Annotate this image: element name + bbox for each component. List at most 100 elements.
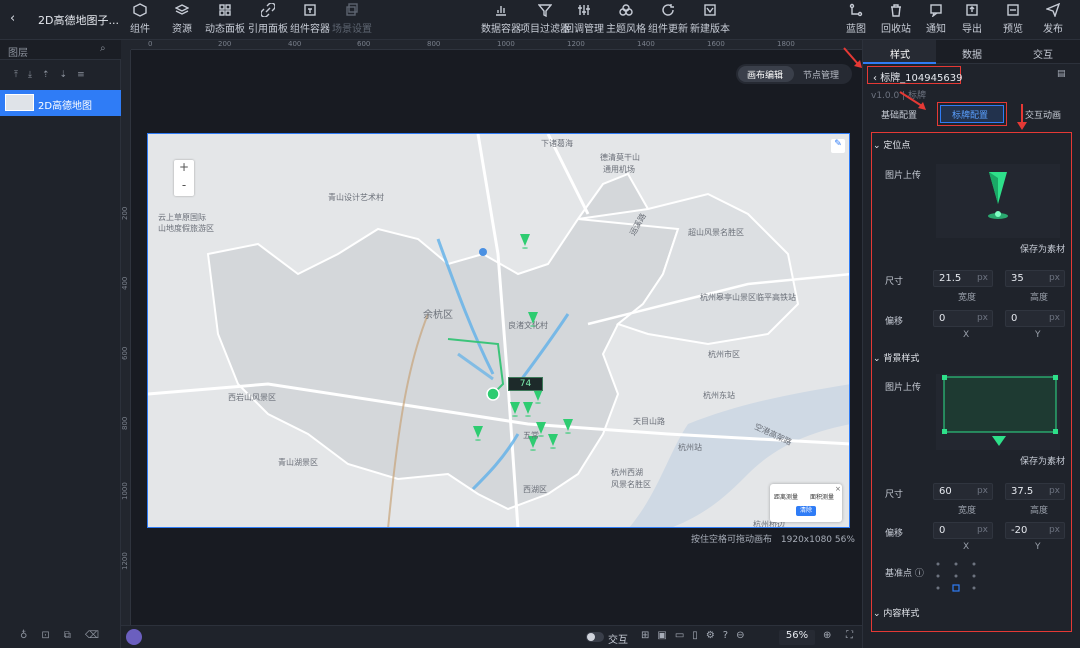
toolbar-chart-button[interactable]: 数据容器 [481,3,521,35]
move-up-icon[interactable]: ⇡ [42,70,50,80]
section-anchor[interactable]: ⌄ 定位点 [873,138,910,151]
map-pin-marker[interactable] [533,389,543,408]
settings-icon[interactable]: ⚙ [706,630,715,641]
help-icon[interactable]: ⓘ [915,569,924,579]
save-asset-link-2[interactable]: 保存为素材 [1020,454,1065,467]
bulb-icon[interactable]: ♁ [20,630,27,641]
back-icon[interactable]: ‹ [10,11,15,26]
image-icon[interactable]: ▣ [657,630,666,641]
toolbar-bell-button[interactable]: 通知 [926,3,946,35]
move-bottom-icon[interactable]: ⤓ [28,70,32,80]
toolbar-layers-button[interactable]: 资源 [172,3,192,35]
zoom-out-icon[interactable]: ⊖ [736,630,744,641]
anchor-offset-x-input[interactable]: 0 px [933,310,993,327]
filter-icon [538,4,552,17]
map-pin-marker[interactable] [563,419,573,438]
layer-item-map[interactable]: 2D高德地图 [0,90,121,116]
layer-align-tools: ⤒ ⤓ ⇡ ⇣ ≡ [14,70,85,80]
section-background[interactable]: ⌄ 背景样式 [873,351,919,364]
delete-icon[interactable]: ⌫ [85,630,99,641]
doc-icon[interactable]: ▤ [1057,69,1066,79]
map-pin-marker[interactable] [473,426,483,445]
toolbar-filter-button[interactable]: 项目过滤器 [520,3,570,35]
toolbar-component-button[interactable]: 组件 [130,3,150,35]
tab-data[interactable]: 数据 [962,46,982,61]
toolbar-callback-button[interactable]: 回调管理 [564,3,604,35]
anchor-width-input[interactable]: 21.5 px [933,270,993,287]
bg-offset-x-input[interactable]: 0 px [933,522,993,539]
toolbar-scene-button[interactable]: 场景设置 [332,3,372,35]
measure-distance-option[interactable]: 距离测量 [774,492,798,501]
interaction-toggle[interactable] [586,632,604,642]
measure-area-option[interactable]: 面积测量 [810,492,834,501]
toolbar-version-button[interactable]: 新建版本 [690,3,730,35]
map-pin-marker[interactable] [523,402,533,421]
toolbar-link-button[interactable]: 引用面板 [248,3,288,35]
save-asset-link-1[interactable]: 保存为素材 [1020,242,1065,255]
toolbar-label: 项目过滤器 [520,24,570,35]
tab-node-manage[interactable]: 节点管理 [803,68,839,81]
tab-basic-config[interactable]: 基础配置 [881,108,917,121]
offset-label-2: 偏移 [885,529,904,539]
move-down-icon[interactable]: ⇣ [60,70,68,80]
tab-style[interactable]: 样式 [890,46,910,61]
toolbar-label: 回调管理 [564,24,604,35]
toolbar-theme-button[interactable]: 主题风格 [606,3,646,35]
bg-height-input[interactable]: 37.5 px [1005,483,1065,500]
tab-interaction[interactable]: 交互 [1033,46,1053,61]
anchor-offset-y-value: 0 [1011,313,1018,324]
tab-interaction-anim[interactable]: 交互动画 [1025,108,1061,121]
fullscreen-icon[interactable]: ⛶ [846,630,853,641]
lock-icon[interactable]: ⊡ [41,630,49,641]
device-icon[interactable]: ▯ [692,630,698,641]
zoom-level[interactable]: 56% [779,630,815,645]
component-name[interactable]: ‹ 标牌_104945639 [873,69,962,84]
map-pin-marker[interactable] [520,234,530,253]
clear-button[interactable]: 清除 [796,506,816,516]
avatar[interactable] [126,629,142,645]
toolbar-panel-button[interactable]: 动态面板 [205,3,245,35]
close-icon[interactable]: × [835,485,841,493]
toolbar-send-button[interactable]: 发布 [1043,3,1063,35]
component-name-text: 标牌_104945639 [880,73,963,84]
toolbar-refresh-button[interactable]: 组件更新 [648,3,688,35]
bg-offset-y-input[interactable]: -20 px [1005,522,1065,539]
tab-canvas-edit[interactable]: 画布编辑 [747,68,783,81]
map-place-label: 杭州站 [678,443,702,452]
refresh-icon [662,4,674,16]
zoom-in-icon[interactable]: ⊕ [823,630,831,641]
section-content[interactable]: ⌄ 内容样式 [873,606,919,619]
anchor-height-input[interactable]: 35 px [1005,270,1065,287]
fit-icon[interactable]: ⊞ [641,630,649,641]
toolbar-blueprint-button[interactable]: 蓝图 [846,3,866,35]
toolbar-export-button[interactable]: 导出 [962,3,982,35]
anchor-image-upload[interactable] [936,164,1060,238]
edit-pencil-icon[interactable]: ✎ [831,139,845,153]
img-upload-label-1: 图片上传 [885,171,922,181]
map-pin-marker[interactable] [510,402,520,421]
toolbar-container-button[interactable]: 组件容器 [290,3,330,35]
toolbar-label: 主题风格 [606,24,646,35]
list-icon[interactable]: ≡ [77,70,85,80]
bg-width-input[interactable]: 60 px [933,483,993,500]
base-point-label: 基准点 ⓘ [885,566,924,579]
map-canvas[interactable]: 74 + - ✎ 青山设计艺术村 云上草原国际 山地度假旅游区 余杭区 良渚文化村 西岩山… [147,133,850,528]
background-image-upload[interactable] [936,374,1060,450]
anchor-offset-y-input[interactable]: 0 px [1005,310,1065,327]
move-top-icon[interactable]: ⤒ [14,70,18,80]
map-pin-marker[interactable] [548,434,558,453]
section-background-title: 背景样式 [883,354,920,364]
ruler-tick-label: 1600 [707,40,725,48]
toolbar-trash-button[interactable]: 回收站 [881,3,911,35]
tab-sign-config[interactable]: 标牌配置 [940,105,1004,123]
help-icon[interactable]: ? [723,630,728,641]
base-point-grid[interactable] [933,560,979,596]
zoom-in-button[interactable]: + [174,160,194,178]
search-icon[interactable]: ⌕ [100,43,106,54]
zoom-out-button[interactable]: - [174,178,194,196]
ruler-tick-label: 800 [427,40,441,48]
screen-icon[interactable]: ▭ [675,630,684,641]
bottom-bar: 交互 ⊞ ▣ ▭ ▯ ⚙ ? ⊖ 56% ⊕ ⛶ [121,625,862,648]
copy-icon[interactable]: ⧉ [64,630,71,641]
toolbar-preview-button[interactable]: 预览 [1003,3,1023,35]
